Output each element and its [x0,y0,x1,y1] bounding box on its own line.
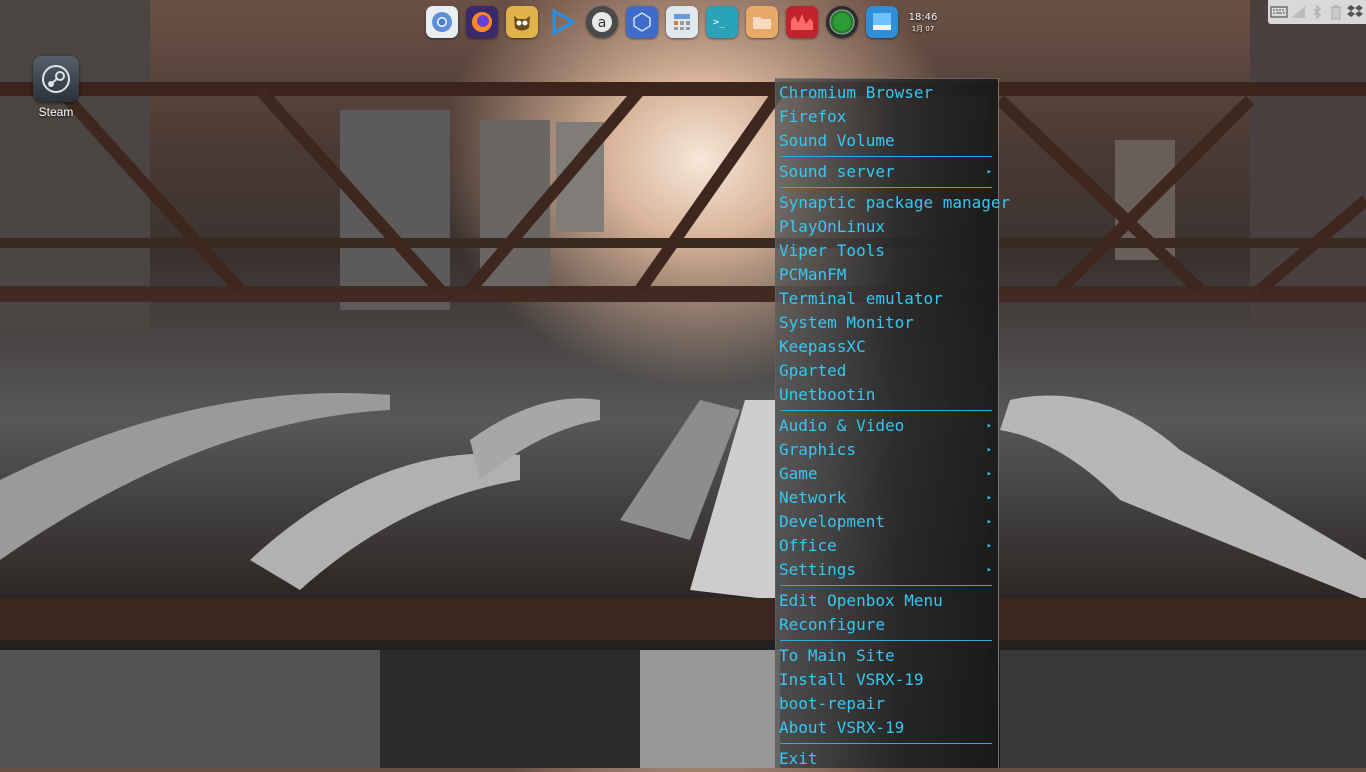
system-tray [1268,0,1366,24]
menu-item-label: About VSRX-19 [779,718,905,737]
menu-item-label: Network [779,488,847,507]
svg-text:a: a [598,15,607,31]
menu-item-label: Chromium Browser [779,83,934,102]
clock-date: 1月 07 [911,25,935,33]
menu-item-label: System Monitor [779,313,914,332]
menu-item-edit-openbox-menu[interactable]: Edit Openbox Menu [776,589,998,613]
menu-item-synaptic-package-manager[interactable]: Synaptic package manager [776,191,1010,215]
menu-item-label: Sound Volume [779,131,895,150]
menu-item-sound-server[interactable]: Sound server ▸ [776,160,998,184]
dropbox-icon[interactable] [1346,4,1364,20]
menu-separator [780,410,992,411]
menu-item-boot-repair[interactable]: boot-repair [776,692,998,716]
menu-item-label: Exit [779,749,818,768]
menu-item-sound-volume[interactable]: Sound Volume [776,129,998,153]
menu-separator [780,187,992,188]
menu-item-about-vsrx-19[interactable]: About VSRX-19 [776,716,998,740]
desktop-icon-steam[interactable]: Steam [27,56,85,119]
green-circle-icon[interactable] [826,6,858,38]
menu-item-reconfigure[interactable]: Reconfigure [776,613,998,637]
submenu-arrow-icon: ▸ [986,541,992,551]
menu-item-label: Settings [779,560,857,579]
chromium-icon[interactable] [426,6,458,38]
submenu-arrow-icon: ▸ [986,167,992,177]
menu-item-development[interactable]: Development ▸ [776,510,998,534]
submenu-arrow-icon: ▸ [986,421,992,431]
calculator-icon[interactable] [666,6,698,38]
menu-item-label: Game [779,464,818,483]
submenu-arrow-icon: ▸ [986,565,992,575]
menu-item-gparted[interactable]: Gparted [776,359,998,383]
menu-item-pcmanfm[interactable]: PCManFM [776,263,998,287]
menu-item-label: Terminal emulator [779,289,943,308]
menu-item-label: Reconfigure [779,615,885,634]
menu-item-settings[interactable]: Settings ▸ [776,558,998,582]
menu-separator [780,640,992,641]
svg-text:>_: >_ [713,17,726,28]
terminal-icon[interactable]: >_ [706,6,738,38]
dock: a >_ [426,4,898,40]
files-icon[interactable] [746,6,778,38]
menu-item-keepassxc[interactable]: KeepassXC [776,335,998,359]
menu-item-label: Gparted [779,361,847,380]
menu-separator [780,743,992,744]
menu-item-firefox[interactable]: Firefox [776,105,998,129]
menu-item-game[interactable]: Game ▸ [776,462,998,486]
menu-item-label: boot-repair [779,694,885,713]
submenu-arrow-icon: ▸ [986,517,992,527]
firefox-icon[interactable] [466,6,498,38]
network-icon[interactable] [626,6,658,38]
desktop-wallpaper [0,0,1366,768]
menu-separator [780,585,992,586]
menu-item-label: Graphics [779,440,857,459]
steam-icon [33,56,79,102]
signal-icon[interactable] [1289,4,1307,20]
menu-item-viper-tools[interactable]: Viper Tools [776,239,998,263]
menu-item-terminal-emulator[interactable]: Terminal emulator [776,287,998,311]
menu-item-label: Viper Tools [779,241,885,260]
menu-item-label: PlayOnLinux [779,217,885,236]
owl-icon[interactable] [506,6,538,38]
system-monitor-icon[interactable] [786,6,818,38]
submenu-arrow-icon: ▸ [986,493,992,503]
menu-item-label: KeepassXC [779,337,866,356]
window-icon[interactable] [866,6,898,38]
menu-item-exit[interactable]: Exit [776,747,998,771]
bluetooth-icon[interactable] [1308,4,1326,20]
menu-item-label: Development [779,512,885,531]
menu-item-install-vsrx-19[interactable]: Install VSRX-19 [776,668,998,692]
menu-item-chromium-browser[interactable]: Chromium Browser [776,81,998,105]
menu-item-label: Unetbootin [779,385,876,404]
battery-icon[interactable] [1327,4,1345,20]
menu-separator [780,156,992,157]
amazon-icon[interactable]: a [586,6,618,38]
menu-item-label: Office [779,536,837,555]
menu-item-audio-video[interactable]: Audio & Video ▸ [776,414,998,438]
menu-item-label: Edit Openbox Menu [779,591,943,610]
submenu-arrow-icon: ▸ [986,469,992,479]
menu-item-to-main-site[interactable]: To Main Site [776,644,998,668]
menu-item-office[interactable]: Office ▸ [776,534,998,558]
clock-time: 18:46 [908,12,938,23]
menu-item-label: Install VSRX-19 [779,670,924,689]
clock[interactable]: 18:46 1月 07 [906,12,940,35]
play-icon[interactable] [546,6,578,38]
keyboard-icon[interactable] [1270,4,1288,20]
menu-item-label: Sound server [779,162,895,181]
menu-item-label: To Main Site [779,646,895,665]
menu-item-playonlinux[interactable]: PlayOnLinux [776,215,998,239]
desktop-icon-label: Steam [38,105,74,119]
submenu-arrow-icon: ▸ [986,445,992,455]
menu-item-network[interactable]: Network ▸ [776,486,998,510]
menu-item-label: Synaptic package manager [779,193,1011,212]
menu-item-graphics[interactable]: Graphics ▸ [776,438,998,462]
menu-item-unetbootin[interactable]: Unetbootin [776,383,998,407]
openbox-root-menu: Chromium Browser Firefox Sound Volume Sound… [775,78,1010,771]
menu-item-label: Firefox [779,107,847,126]
menu-item-label: PCManFM [779,265,847,284]
menu-item-system-monitor[interactable]: System Monitor [776,311,998,335]
menu-item-label: Audio & Video [779,416,905,435]
